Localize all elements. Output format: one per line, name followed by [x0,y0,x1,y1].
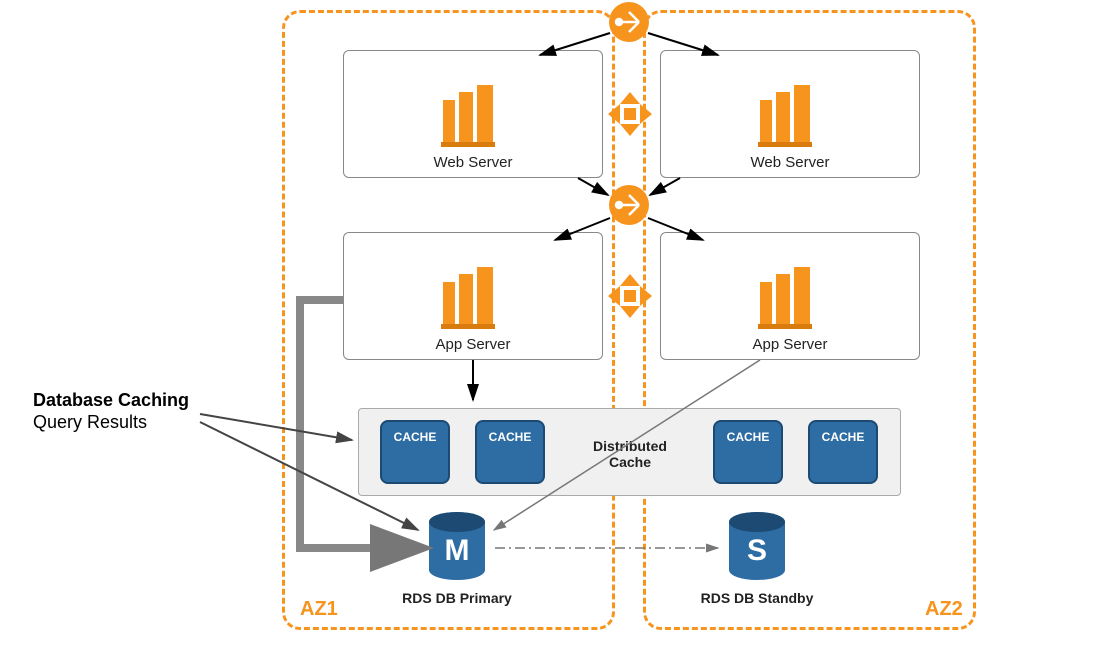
diagram-stage: AZ1 AZ2 Web Server [0,0,1103,660]
az2-label: AZ2 [925,598,963,621]
distributed-cache-label: Distributed Cache [580,438,680,470]
db-standby-icon: S [725,510,789,582]
ec2-icon [433,262,513,332]
app-server-right: App Server [660,232,920,360]
web-server-left: Web Server [343,50,603,178]
app-server-right-label: App Server [752,336,827,353]
db-primary-label: RDS DB Primary [377,590,537,606]
az1-label: AZ1 [300,598,338,621]
ec2-icon [750,80,830,150]
cache-node-4: CACHE [808,420,878,484]
cache-node-label: CACHE [822,430,865,444]
cache-node-1: CACHE [380,420,450,484]
ec2-icon [433,80,513,150]
app-server-left-label: App Server [435,336,510,353]
db-primary-icon: M [425,510,489,582]
cache-node-label: CACHE [489,430,532,444]
peering-icon-mid [606,272,654,320]
callout-subtitle: Query Results [33,412,147,433]
ec2-icon [750,262,830,332]
load-balancer-top-icon [607,0,651,44]
db-primary-letter: M [445,534,470,567]
app-server-left: App Server [343,232,603,360]
peering-icon-top [606,90,654,138]
web-server-left-label: Web Server [434,154,513,171]
cache-node-3: CACHE [713,420,783,484]
cache-node-label: CACHE [394,430,437,444]
cache-node-2: CACHE [475,420,545,484]
callout-title: Database Caching [33,390,189,411]
web-server-right: Web Server [660,50,920,178]
cache-node-label: CACHE [727,430,770,444]
db-standby-label: RDS DB Standby [677,590,837,606]
load-balancer-mid-icon [607,183,651,227]
db-standby-letter: S [747,534,767,567]
web-server-right-label: Web Server [751,154,830,171]
